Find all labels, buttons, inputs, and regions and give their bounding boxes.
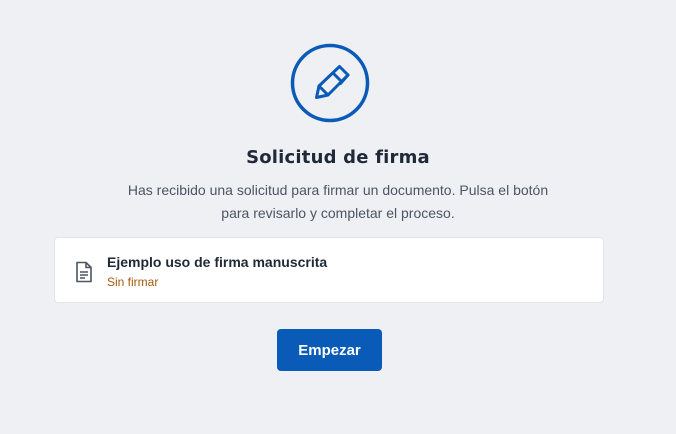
document-card[interactable]: Ejemplo uso de firma manuscrita Sin firm…	[54, 237, 604, 303]
pen-signature-icon	[290, 43, 370, 123]
document-name: Ejemplo uso de firma manuscrita	[107, 254, 328, 270]
page-description: Has recibido una solicitud para firmar u…	[127, 182, 549, 221]
document-status: Sin firmar	[107, 275, 159, 289]
document-icon	[74, 261, 94, 283]
page-title: Solicitud de firma	[246, 147, 430, 168]
start-button[interactable]: Empezar	[277, 329, 382, 371]
